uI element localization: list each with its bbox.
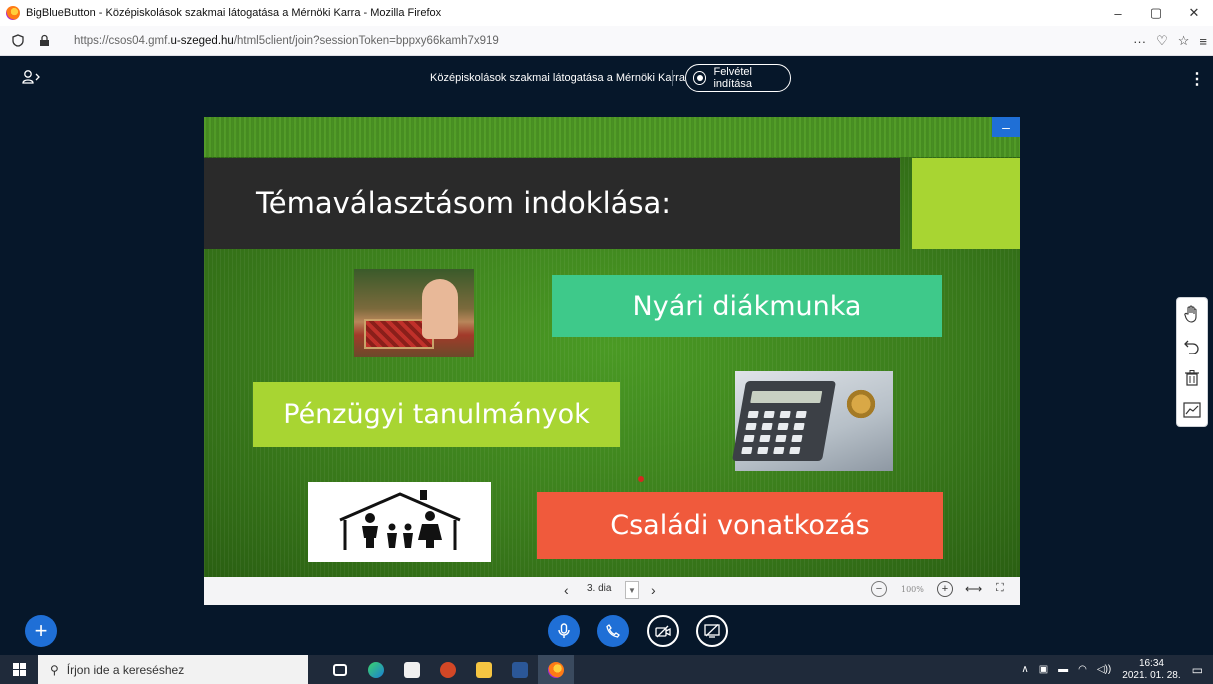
browser-navbar: https://csos04.gmf.u-szeged.hu/html5clie…: [0, 26, 1213, 56]
shield-icon[interactable]: [10, 33, 26, 49]
slide-selector[interactable]: 3. dia: [587, 583, 611, 594]
bbb-action-bar: +: [0, 605, 1213, 655]
screenshare-off-icon: [704, 624, 720, 638]
cherry-picking-photo: [354, 269, 474, 357]
slide-title: Témaválasztásom indoklása:: [256, 186, 672, 220]
pocket-icon[interactable]: ♡: [1156, 33, 1168, 49]
search-icon: ⚲: [50, 662, 59, 677]
word-icon[interactable]: [502, 655, 538, 684]
taskbar-apps: [322, 655, 574, 684]
meeting-title: Középiskolások szakmai látogatása a Mérn…: [430, 72, 685, 84]
system-tray: ∧ ▣ ▬ ◠ ◁)) 16:34 2021. 01. 28. ▭: [1016, 655, 1213, 684]
phone-icon: [606, 624, 620, 638]
windows-logo-icon: [12, 663, 26, 676]
windows-start-button[interactable]: [0, 655, 38, 684]
lime-accent-square: [912, 158, 1020, 249]
mute-button[interactable]: [548, 615, 580, 647]
volume-icon[interactable]: ◁)): [1097, 664, 1111, 675]
calculator-photo: [731, 371, 893, 471]
url-bar[interactable]: https://csos04.gmf.u-szeged.hu/html5clie…: [74, 35, 499, 47]
task-view-icon[interactable]: [322, 655, 358, 684]
previous-slide-button[interactable]: ‹: [564, 582, 569, 598]
windows-taskbar: ⚲ Írjon ide a kereséshez ∧ ▣ ▬ ◠ ◁)) 16:…: [0, 655, 1213, 684]
presentation-slide: – Témaválasztásom indoklása: Nyári diákm…: [204, 117, 1020, 577]
taskbar-search-placeholder: Írjon ide a kereséshez: [66, 662, 185, 677]
options-kebab-icon[interactable]: ⋮: [1189, 69, 1205, 89]
bookmark-star-icon[interactable]: ☆: [1178, 33, 1190, 49]
minimize-presentation-button[interactable]: –: [992, 117, 1020, 137]
file-explorer-icon[interactable]: [466, 655, 502, 684]
mic-icon: [558, 623, 570, 638]
notification-icon[interactable]: ▭: [1192, 663, 1203, 677]
summer-job-box: Nyári diákmunka: [552, 275, 942, 337]
share-screen-button[interactable]: [696, 615, 728, 647]
title-divider: [672, 70, 673, 86]
hand-tool-icon[interactable]: [1177, 298, 1207, 330]
family-reason-box: Családi vonatkozás: [537, 492, 943, 559]
undo-icon[interactable]: [1177, 330, 1207, 362]
window-title: BigBlueButton - Középiskolások szakmai l…: [26, 7, 442, 19]
firefox-taskbar-icon[interactable]: [538, 655, 574, 684]
restore-window-button[interactable]: ▢: [1137, 0, 1175, 26]
record-icon: [693, 71, 707, 85]
minimize-window-button[interactable]: –: [1099, 0, 1137, 26]
edge-icon[interactable]: [358, 655, 394, 684]
presenter-pointer: [638, 476, 644, 482]
slide-title-band: Témaválasztásom indoklása:: [204, 158, 900, 249]
url-suffix: /html5client/join?sessionToken=bppxy66ka…: [233, 34, 499, 47]
family-house-icon: [339, 490, 461, 550]
zoom-out-button[interactable]: −: [871, 581, 887, 597]
battery-icon[interactable]: ▬: [1058, 664, 1068, 675]
wifi-icon[interactable]: ◠: [1078, 664, 1087, 675]
chevron-up-icon[interactable]: ∧: [1021, 664, 1028, 675]
zoom-level: 100%: [901, 585, 924, 594]
worker-figure: [422, 279, 458, 339]
browser-actions: ··· ♡ ☆ ≡: [1133, 26, 1207, 56]
close-window-button[interactable]: ✕: [1175, 0, 1213, 26]
zoom-in-button[interactable]: +: [937, 581, 953, 597]
lock-icon[interactable]: [36, 33, 52, 49]
clock-date: 2021. 01. 28.: [1122, 669, 1181, 681]
fullscreen-icon[interactable]: ⛶: [996, 582, 1004, 595]
url-domain: u-szeged.hu: [170, 34, 234, 47]
window-controls: – ▢ ✕: [1099, 0, 1213, 26]
record-label: Felvétel indítása: [713, 66, 752, 90]
meet-now-icon[interactable]: ▣: [1039, 664, 1048, 675]
slide-controls-bar: ‹ 3. dia ▼ › − 100% + ⟷ ⛶: [204, 577, 1020, 605]
clear-trash-icon[interactable]: [1177, 362, 1207, 394]
actions-plus-button[interactable]: +: [25, 615, 57, 647]
firefox-logo-icon: [6, 6, 20, 20]
clock-time: 16:34: [1138, 657, 1164, 669]
powerpoint-icon[interactable]: [430, 655, 466, 684]
window-titlebar: BigBlueButton - Középiskolások szakmai l…: [0, 0, 1213, 26]
whiteboard-toolbar: [1176, 297, 1208, 427]
url-prefix: https://csos04.gmf.: [74, 34, 171, 47]
calculator-image: [731, 381, 837, 461]
finance-studies-box: Pénzügyi tanulmányok: [253, 382, 620, 447]
multi-user-whiteboard-icon[interactable]: [1177, 394, 1207, 426]
chevron-down-icon[interactable]: ▼: [625, 581, 639, 599]
family-house-photo: [308, 482, 491, 562]
next-slide-button[interactable]: ›: [651, 582, 656, 598]
bbb-top-bar: Középiskolások szakmai látogatása a Mérn…: [0, 56, 1213, 102]
page-actions-icon[interactable]: ···: [1133, 34, 1146, 49]
taskbar-search-box[interactable]: ⚲ Írjon ide a kereséshez: [38, 655, 308, 684]
hamburger-menu-icon[interactable]: ≡: [1199, 34, 1207, 49]
start-recording-button[interactable]: Felvétel indítása: [685, 64, 791, 92]
coin-stack-image: [843, 389, 879, 419]
slide-top-decoration: [204, 117, 1020, 157]
camera-off-icon: [655, 625, 671, 637]
fit-width-icon[interactable]: ⟷: [965, 582, 982, 596]
taskbar-clock[interactable]: 16:34 2021. 01. 28.: [1122, 658, 1180, 682]
user-list-toggle-icon[interactable]: [22, 69, 44, 87]
store-icon[interactable]: [394, 655, 430, 684]
leave-audio-button[interactable]: [597, 615, 629, 647]
share-webcam-button[interactable]: [647, 615, 679, 647]
